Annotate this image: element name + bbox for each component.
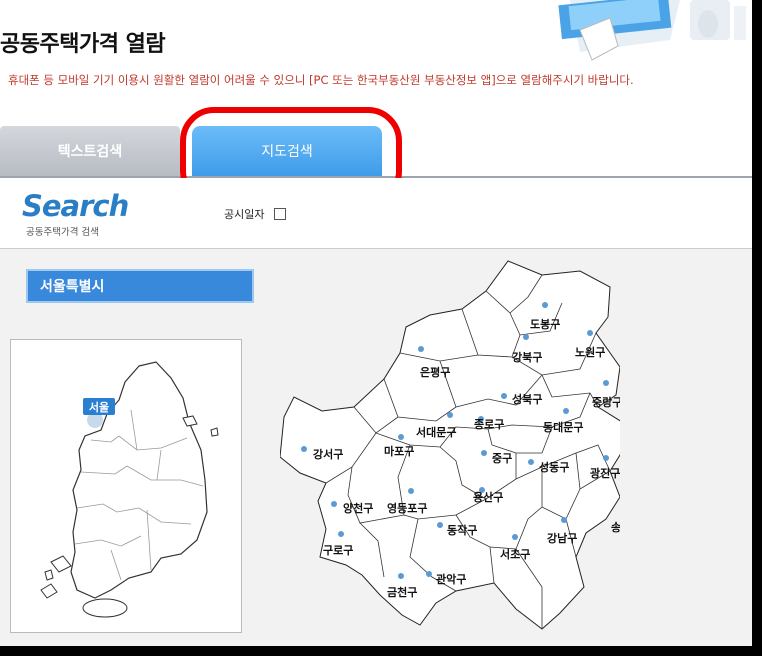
district-label[interactable]: 서대문구 [416,425,456,439]
district-dot [437,522,443,528]
district-label[interactable]: 서초구 [500,547,530,561]
district-dot [408,488,414,494]
district-label[interactable]: 광진구 [590,466,620,480]
district-label[interactable]: 성동구 [539,460,569,474]
search-header: Search 공동주택가격 검색 공시일자 [0,178,752,249]
district-dot [338,531,344,537]
district-label[interactable]: 노원구 [575,345,605,359]
district-dot [512,534,518,540]
banner-illustration [558,0,746,61]
tab-text-search[interactable]: 텍스트검색 [0,126,180,176]
district-label[interactable]: 중랑구 [592,396,620,409]
district-label[interactable]: 금천구 [387,585,417,599]
korea-map-panel: 서울 [10,339,242,633]
district-label[interactable]: 마포구 [384,444,414,458]
page-title: 공동주택가격 열람 [0,32,166,57]
district-label[interactable]: 강서구 [313,447,343,461]
west-islands [40,555,72,599]
district-dot [331,501,337,507]
search-subtitle: 공동주택가격 검색 [26,227,99,238]
district-label[interactable]: 관악구 [436,572,466,586]
district-dot [501,393,507,399]
district-label[interactable]: 동작구 [447,523,477,537]
district-label[interactable]: 중구 [492,452,512,465]
map-area: 서울특별시 서울 도봉구노원구 강북구은평구성북구 중랑구서대문구 종로구 동대문구강서… [0,249,752,646]
announcement-date-label: 공시일자 [224,208,265,221]
korea-map[interactable]: 서울 [11,340,241,632]
district-dot [398,434,404,440]
district-label[interactable]: 종로구 [474,418,504,431]
district-label[interactable]: 강남구 [547,531,577,545]
seoul-district-map[interactable]: 도봉구노원구 강북구은평구성북구 중랑구서대문구 종로구 동대문구강서구 마포구중구성동구… [280,257,620,635]
region-selector[interactable]: 서울특별시 [26,269,254,303]
district-label[interactable]: 양천구 [343,501,373,515]
district-dot [542,302,548,308]
district-dot [418,346,424,352]
district-dot [603,380,609,386]
district-dot [603,455,609,461]
jeju-island [82,598,128,618]
announcement-date-checkbox[interactable] [274,208,286,220]
district-dot [561,517,567,523]
district-dot [587,330,593,336]
district-label[interactable]: 강북구 [512,350,542,364]
district-dot [528,459,534,465]
page-frame: 공동주택가격 열람 휴대폰 등 모바일 기기 이용시 원활한 열람이 어려울 수… [0,0,752,646]
district-dot [301,446,307,452]
search-logo: Search [22,189,129,223]
district-dot [398,573,404,579]
district-dot [523,334,529,340]
district-label[interactable]: 성북구 [512,392,542,406]
district-label[interactable]: 도봉구 [530,318,560,331]
district-label[interactable]: 동대문구 [543,420,583,434]
district-label[interactable]: 영등포구 [387,502,427,515]
mobile-notice: 휴대폰 등 모바일 기기 이용시 원활한 열람이 어려울 수 있으니 [PC 또… [8,73,634,87]
seoul-marker-label: 서울 [89,400,109,414]
korea-outline [70,361,208,599]
district-dot [447,412,453,418]
district-dot [481,450,487,456]
district-label[interactable]: 구로구 [323,544,353,557]
district-dot [426,571,432,577]
district-label[interactable]: 은평구 [420,365,450,379]
district-dot [563,408,569,414]
district-label[interactable]: 송파구 [611,520,620,534]
district-label[interactable]: 용산구 [473,490,503,504]
